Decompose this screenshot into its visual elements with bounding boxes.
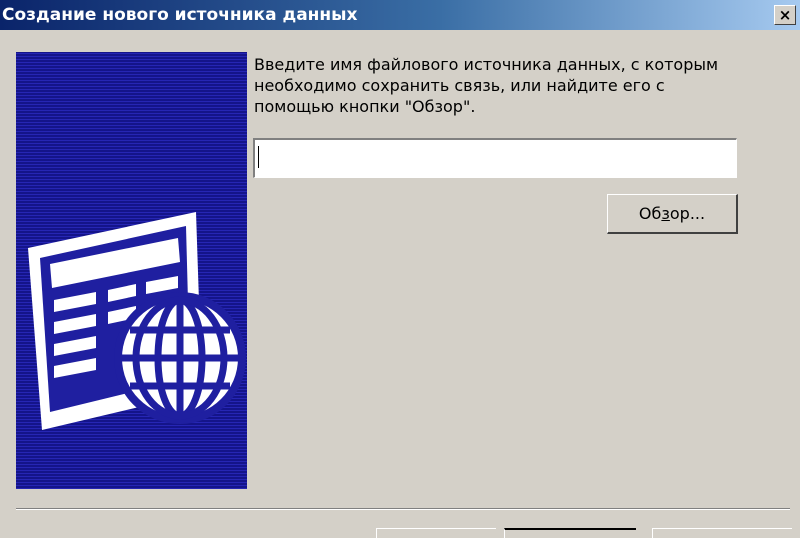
instruction-line: необходимо сохранить связь, или найдите … <box>254 76 665 95</box>
browse-label-prefix: Об <box>638 204 662 223</box>
instruction-line: помощью кнопки "Обзор". <box>254 97 476 116</box>
instruction-line: Введите имя файлового источника данных, … <box>254 55 719 74</box>
data-source-globe-icon <box>28 212 246 430</box>
browse-label-accelerator: з <box>661 204 670 223</box>
close-button[interactable]: × <box>774 5 796 25</box>
text-caret <box>258 146 259 168</box>
cancel-button[interactable] <box>652 528 792 538</box>
browse-label-suffix: ор... <box>669 204 706 223</box>
browse-button[interactable]: Обзор... <box>607 194 738 234</box>
next-button[interactable] <box>504 528 636 538</box>
instruction-text: Введите имя файлового источника данных, … <box>254 54 754 117</box>
back-button[interactable] <box>376 528 496 538</box>
browse-button-label: Обзор... <box>639 204 705 223</box>
close-icon: × <box>778 6 792 24</box>
filename-input[interactable] <box>253 138 737 178</box>
wizard-illustration-panel <box>16 52 247 489</box>
title-bar[interactable]: Создание нового источника данных × <box>0 0 800 30</box>
window-title: Создание нового источника данных <box>2 5 358 25</box>
footer-separator <box>16 508 790 510</box>
